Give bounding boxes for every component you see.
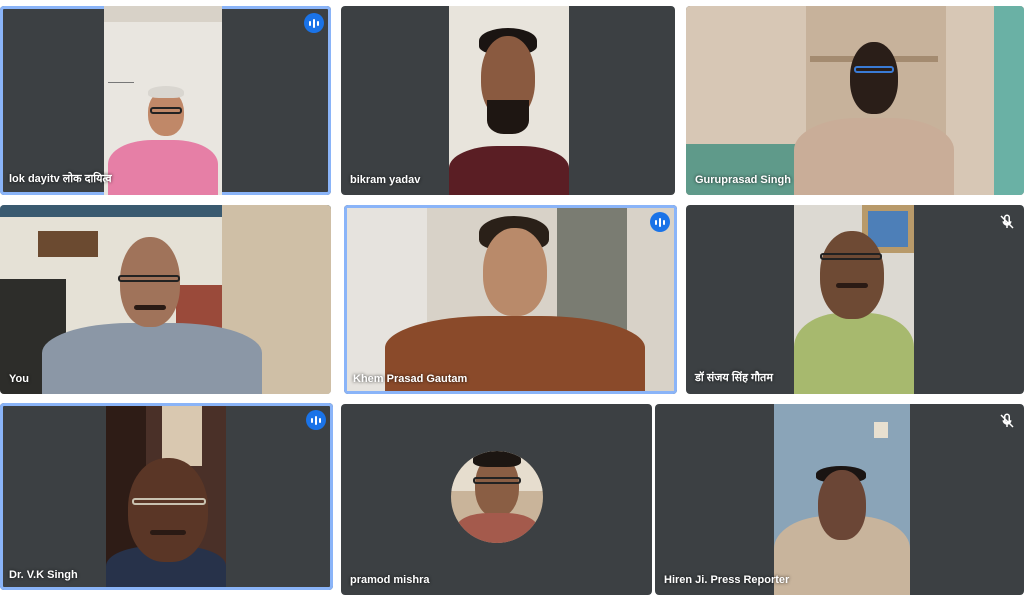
audio-level-icon <box>650 212 670 232</box>
participant-name: pramod mishra <box>350 574 430 586</box>
participant-video <box>449 6 569 195</box>
participant-video <box>347 208 674 391</box>
participant-video <box>794 205 914 394</box>
participant-tile[interactable]: डॉ संजय सिंह गौतम <box>686 205 1024 394</box>
participant-name: bikram yadav <box>350 174 421 186</box>
participant-tile[interactable]: Hiren Ji. Press Reporter <box>655 404 1024 595</box>
participant-name: Hiren Ji. Press Reporter <box>664 574 790 586</box>
participant-tile[interactable]: lok dayitv लोक दायित्व <box>0 6 331 195</box>
participant-name: lok dayitv लोक दायित्व <box>9 173 112 185</box>
mic-off-icon <box>998 412 1016 430</box>
participant-video <box>0 205 331 394</box>
participant-name: Guruprasad Singh <box>695 174 791 186</box>
participant-tile[interactable]: pramod mishra <box>341 404 652 595</box>
participant-tile[interactable]: Dr. V.K Singh <box>0 403 333 590</box>
participant-avatar <box>451 451 543 543</box>
participant-name: Dr. V.K Singh <box>9 569 78 581</box>
audio-level-icon <box>304 13 324 33</box>
participant-video <box>104 6 222 195</box>
participant-video <box>106 406 226 587</box>
participant-name: Khem Prasad Gautam <box>353 373 468 385</box>
participant-tile[interactable]: Khem Prasad Gautam <box>344 205 677 394</box>
participant-video <box>686 6 1024 195</box>
participant-name: डॉ संजय सिंह गौतम <box>695 372 773 384</box>
participant-tile[interactable]: bikram yadav <box>341 6 675 195</box>
participant-name: You <box>9 373 29 385</box>
audio-level-icon <box>306 410 326 430</box>
participant-video <box>774 404 910 595</box>
participant-tile[interactable]: Guruprasad Singh <box>686 6 1024 195</box>
participant-tile[interactable]: You <box>0 205 331 394</box>
mic-off-icon <box>998 213 1016 231</box>
